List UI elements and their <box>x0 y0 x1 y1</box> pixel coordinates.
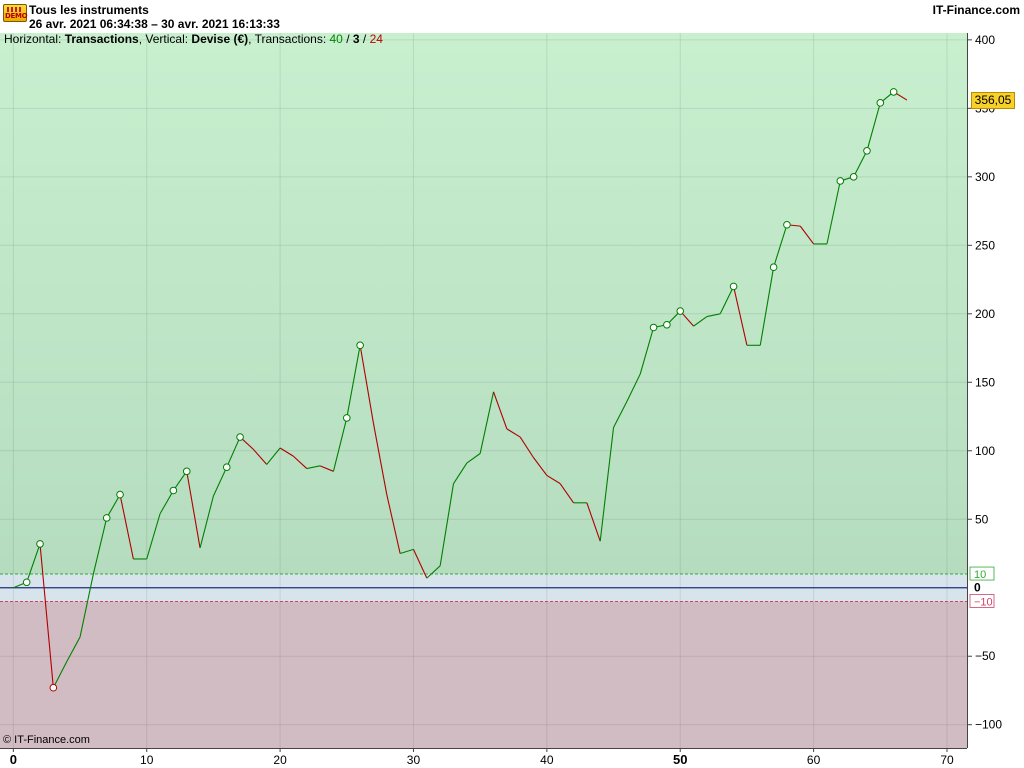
profit-zone <box>0 33 967 575</box>
chart-legend: Horizontal: Transactions, Vertical: Devi… <box>4 32 383 46</box>
y-tick-label: 300 <box>975 170 995 184</box>
x-tick-label: 20 <box>273 753 287 767</box>
x-tick-label: 0 <box>10 752 17 767</box>
y-tick-label: −100 <box>975 718 1002 732</box>
trade-marker <box>876 99 885 107</box>
x-axis: 0 10 20 30 40 50 60 70 <box>10 748 954 767</box>
trade-marker <box>729 282 738 291</box>
y-tick-label: 400 <box>975 33 995 47</box>
legend-v-value: Devise (€) <box>191 32 249 46</box>
trade-marker <box>676 307 685 315</box>
x-tick-label: 70 <box>940 753 954 767</box>
trade-marker <box>836 177 845 185</box>
legend-t-label: , Transactions: <box>248 32 330 46</box>
legend-h-value: Transactions <box>64 32 139 46</box>
trade-marker <box>49 683 58 692</box>
y-tick-label: 100 <box>975 444 995 458</box>
legend-sep1: / <box>342 32 353 46</box>
y-zero-label: 0 <box>974 581 981 595</box>
equity-chart: 40035030025020015010050−50−100010−10 010… <box>0 33 1002 767</box>
y-axis: 40035030025020015010050−50−100010−10 <box>967 33 1002 732</box>
trade-marker <box>116 490 124 499</box>
x-tick-label: 40 <box>540 753 554 767</box>
legend-neutral: 3 <box>352 32 360 46</box>
loss-zone <box>0 601 967 748</box>
trade-marker <box>783 220 791 229</box>
trade-marker <box>182 467 191 476</box>
y-tick-label: 50 <box>975 512 989 526</box>
trade-marker <box>769 263 778 272</box>
legend-sep2: / <box>359 32 370 46</box>
trade-marker <box>342 414 351 422</box>
trade-marker <box>863 146 871 155</box>
trade-marker <box>649 323 658 332</box>
x-tick-label: 10 <box>140 753 154 767</box>
legend-wins: 40 <box>329 32 343 46</box>
trade-marker <box>36 540 44 548</box>
legend-losses: 24 <box>369 32 383 46</box>
y-tick-label: 150 <box>975 375 995 389</box>
trade-marker <box>169 486 178 495</box>
legend-h-label: Horizontal: <box>4 32 65 46</box>
x-tick-label: 50 <box>673 752 687 767</box>
trade-marker <box>102 514 111 522</box>
trade-marker <box>356 341 364 350</box>
trade-marker <box>849 173 858 181</box>
trade-marker <box>222 463 231 472</box>
x-tick-label: 30 <box>407 753 421 767</box>
copyright-text: © IT-Finance.com <box>3 734 90 746</box>
upper-threshold-label: 10 <box>974 569 986 581</box>
x-tick-label: 60 <box>807 753 821 767</box>
trade-marker <box>236 433 244 441</box>
trade-marker <box>889 88 898 96</box>
y-tick-label: 250 <box>975 238 995 252</box>
last-value-label: 356,05 <box>971 92 1015 110</box>
y-tick-label: −50 <box>975 649 996 663</box>
trade-marker <box>663 320 671 329</box>
legend-v-label: , Vertical: <box>138 32 192 46</box>
lower-threshold-label: −10 <box>974 596 993 608</box>
y-tick-label: 200 <box>975 307 995 321</box>
trade-marker <box>22 578 31 587</box>
